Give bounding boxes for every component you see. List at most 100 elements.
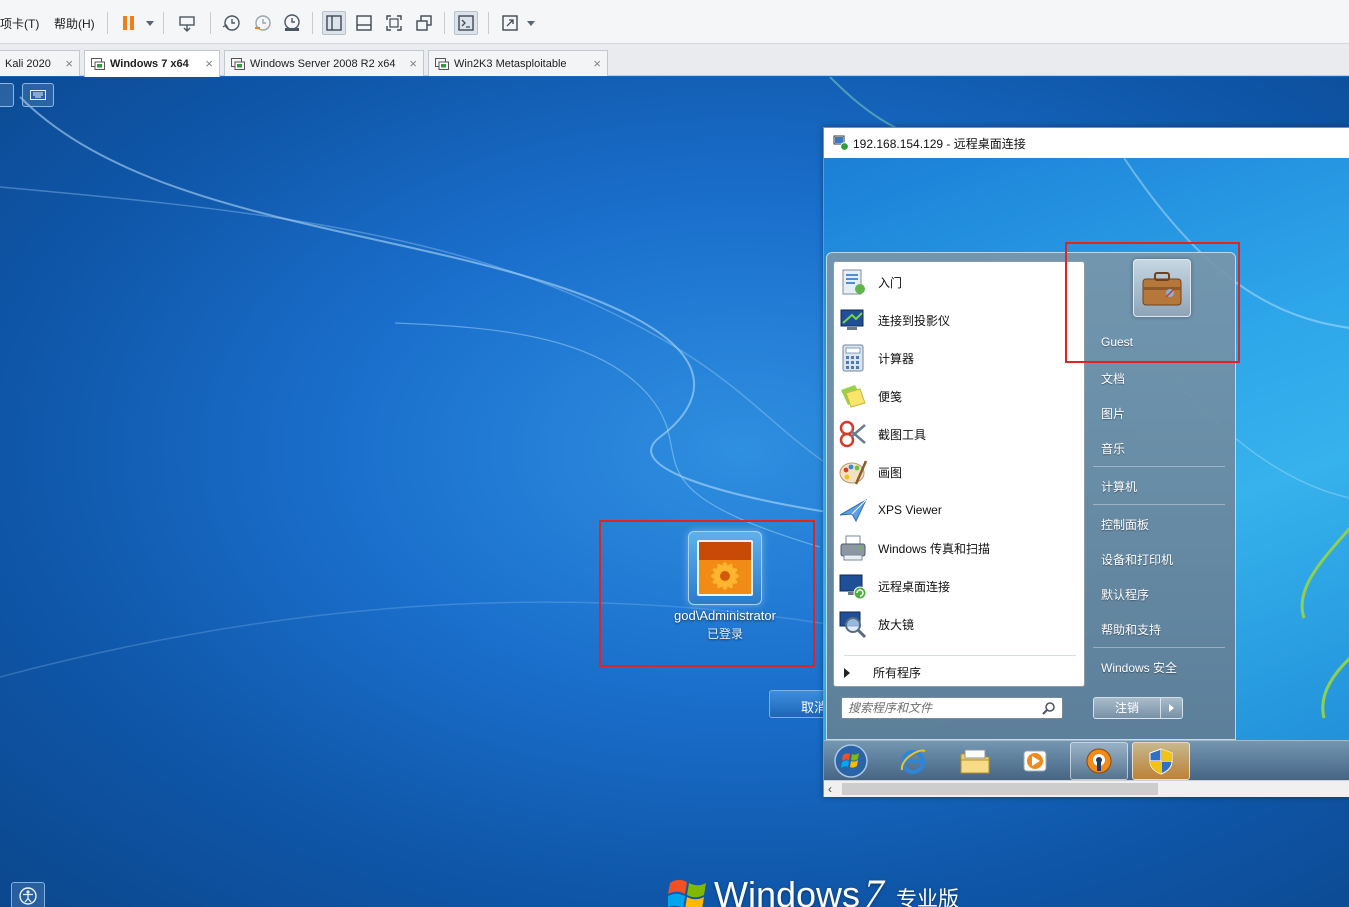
program-label: 远程桌面连接 [878,579,951,594]
snipping-tool-icon [839,420,866,448]
console-view-button[interactable] [454,11,478,35]
program-connect-projector[interactable]: 连接到投影仪 [838,302,1082,338]
tab-label: Windows 7 x64 [110,58,189,70]
menu-help[interactable]: 帮助(H) [54,15,95,32]
ease-of-access-button[interactable] [11,882,45,907]
all-programs-button[interactable]: 所有程序 [844,664,921,681]
start-button[interactable] [826,742,876,780]
taskbar-internet-explorer[interactable] [884,742,942,780]
tab-label: Kali 2020 [5,57,51,70]
search-icon[interactable] [1042,701,1056,715]
right-pane-divider [1093,647,1225,648]
start-item-pictures[interactable]: 图片 [1101,405,1125,422]
vmware-toolbar: 项卡(T) 帮助(H) [0,0,1349,44]
program-fax-scan[interactable]: Windows 传真和扫描 [838,530,1082,566]
vm-tab-bar: Kali 2020 × Windows 7 x64 × Windows Serv… [0,44,1349,77]
program-magnifier[interactable]: 放大镜 [838,606,1082,642]
scrollbar-thumb[interactable] [842,783,1158,795]
rdp-title-bar[interactable]: 192.168.154.129 - 远程桌面连接 [824,128,1349,158]
tab-label: Windows Server 2008 R2 x64 [250,57,396,70]
start-item-control-panel[interactable]: 控制面板 [1101,516,1149,533]
program-label: 入门 [878,275,903,290]
library-view-button[interactable] [322,11,346,35]
tab-win2k3-metasploitable[interactable]: Win2K3 Metasploitable × [428,50,608,76]
remote-desktop-app-icon [833,135,849,151]
explorer-icon [960,749,990,774]
taskbar-windows-explorer[interactable] [946,742,1004,780]
close-icon[interactable]: × [409,56,417,71]
expand-arrows-icon [502,15,518,31]
start-orb-icon [834,744,868,778]
tab-windows-server-2008[interactable]: Windows Server 2008 R2 x64 × [224,50,424,76]
close-icon[interactable]: × [205,56,213,71]
ease-of-access-icon [19,887,37,905]
thumbnail-view-button[interactable] [352,11,376,35]
logoff-button[interactable]: 注销 [1093,697,1161,719]
remote-desktop-icon [839,574,867,600]
rdp-horizontal-scrollbar[interactable]: ‹ [824,780,1349,797]
keyboard-icon [30,90,46,100]
program-sticky-notes[interactable]: 便笺 [838,378,1082,414]
taskbar-media-player[interactable] [1006,742,1064,780]
virtual-keyboard-button[interactable] [22,83,54,107]
rdp-remote-screen[interactable]: 入门 连接到投影仪 计算器 便笺 截图工具 画图 XPS Viewer Wind… [824,158,1349,780]
snapshot-manager-button[interactable] [280,11,304,35]
snapshot-clock-icon [222,15,240,31]
snapshot-button[interactable] [219,11,243,35]
send-ctrl-alt-del-button[interactable] [176,11,200,35]
tab-label: Win2K3 Metasploitable [454,57,567,70]
windows-7-branding: Windows 7 专业版 [668,873,959,907]
program-getting-started[interactable]: 入门 [838,264,1082,300]
taskbar-openvpn[interactable] [1070,742,1128,780]
right-pane-divider [1093,504,1225,505]
fax-scan-icon [840,535,866,561]
unity-windows-icon [416,15,432,31]
program-calculator[interactable]: 计算器 [838,340,1082,376]
all-programs-label: 所有程序 [873,666,922,680]
snapshot-manager-icon [284,14,300,31]
full-screen-button[interactable] [382,11,406,35]
toolbar-divider [163,12,164,34]
menu-tabs[interactable]: 项卡(T) [0,15,39,32]
vm-icon [91,58,105,70]
scroll-left-icon[interactable]: ‹ [828,782,832,796]
toolbar-divider [444,12,445,34]
program-remote-desktop[interactable]: 远程桌面连接 [838,568,1082,604]
start-search-box[interactable] [841,697,1063,719]
tab-kali-2020[interactable]: Kali 2020 × [0,50,80,76]
taskbar-windows-security[interactable] [1132,742,1190,780]
start-item-windows-security[interactable]: Windows 安全 [1101,659,1177,676]
paint-icon [839,460,868,485]
pause-button[interactable] [117,11,141,35]
os-version: 7 [864,871,885,907]
unity-button[interactable] [412,11,436,35]
vm-grab-handle-icon[interactable] [0,83,14,107]
start-item-devices-printers[interactable]: 设备和打印机 [1101,551,1173,568]
program-label: 连接到投影仪 [878,313,951,328]
logoff-options-arrow-icon[interactable] [1161,697,1183,719]
start-item-computer[interactable]: 计算机 [1101,478,1137,495]
close-icon[interactable]: × [65,56,73,71]
start-item-documents[interactable]: 文档 [1101,370,1125,387]
remote-desktop-window[interactable]: 192.168.154.129 - 远程桌面连接 入门 连接到投影仪 计算器 便… [823,127,1349,797]
program-xps-viewer[interactable]: XPS Viewer [838,492,1082,528]
program-label: 截图工具 [878,427,927,442]
program-snipping-tool[interactable]: 截图工具 [838,416,1082,452]
stretch-chevron-down-icon[interactable] [527,21,535,26]
start-item-music[interactable]: 音乐 [1101,440,1125,457]
right-pane-divider [1093,466,1225,467]
getting-started-icon [842,269,865,295]
revert-snapshot-button[interactable] [250,11,274,35]
stretch-guest-button[interactable] [498,11,522,35]
program-label: XPS Viewer [878,503,942,517]
tab-windows-7-x64[interactable]: Windows 7 x64 × [84,50,220,77]
vm-icon [231,57,245,70]
start-item-help-support[interactable]: 帮助和支持 [1101,621,1161,638]
power-menu-chevron-down-icon[interactable] [146,21,154,26]
close-icon[interactable]: × [593,56,601,71]
search-input[interactable] [848,699,1044,717]
thumbnail-layout-icon [356,15,372,31]
program-paint[interactable]: 画图 [838,454,1082,490]
os-edition: 专业版 [896,888,960,907]
start-item-default-programs[interactable]: 默认程序 [1101,586,1149,603]
